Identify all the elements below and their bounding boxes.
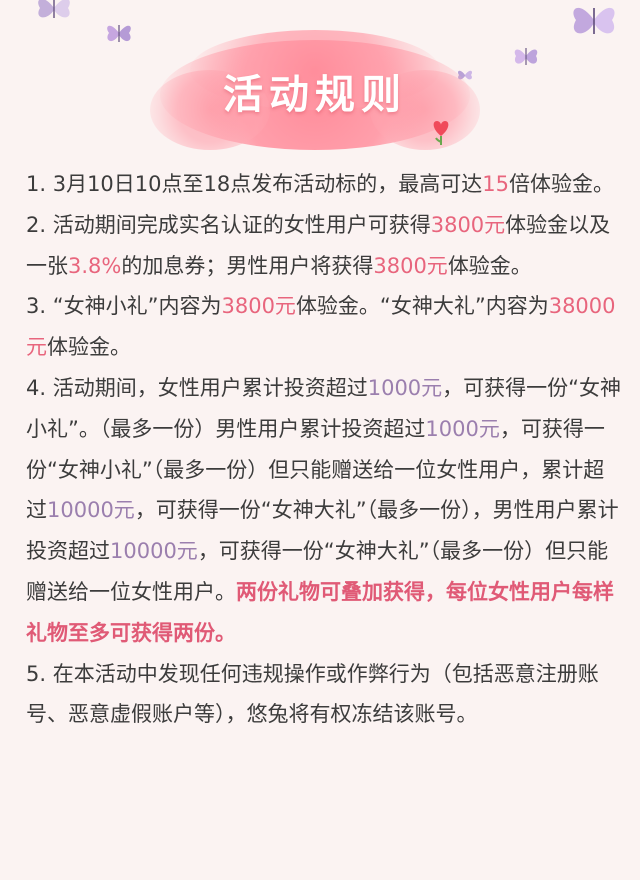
rule-text: 3. “女神小礼”内容为 — [26, 294, 222, 319]
rule-highlight: 10000元 — [47, 498, 135, 523]
rule-text: 体验金。 — [47, 335, 131, 360]
rule-highlight: 1000元 — [425, 416, 500, 441]
butterfly-icon — [38, 0, 70, 18]
rule-highlight: 10000元 — [110, 539, 198, 564]
rule-text: 倍体验金。 — [508, 172, 614, 196]
butterfly-icon — [107, 25, 131, 42]
rule-highlight: 3800元 — [373, 253, 448, 278]
rule-text: 2. 活动期间完成实名认证的女性用户可获得 — [26, 212, 431, 237]
rule-item-3: 3. “女神小礼”内容为3800元体验金。“女神大礼”内容为38000元体验金。 — [26, 286, 624, 368]
rule-text: 1. 3月10日10点至18点发布活动标的，最高可达 — [26, 172, 483, 196]
rules-list: 1. 3月10日10点至18点发布活动标的，最高可达15倍体验金。 2. 活动期间… — [26, 164, 624, 735]
butterfly-icon — [573, 7, 615, 34]
butterfly-icon — [514, 48, 538, 65]
rule-text: 的加息券；男性用户将获得 — [121, 253, 374, 278]
rule-item-5: 5. 在本活动中发现任何违规操作或作弊行为（包括恶意注册账号、恶意虚假账户等），… — [26, 654, 624, 736]
rule-highlight: 3.8% — [68, 253, 122, 278]
rule-text: 5. 在本活动中发现任何违规操作或作弊行为（包括恶意注册账号、恶意虚假账户等），… — [26, 661, 599, 727]
rule-text: 体验金。 — [447, 253, 532, 278]
rule-highlight: 1000元 — [367, 375, 443, 400]
heart-icon — [433, 121, 449, 145]
rule-text: 体验金。“女神大礼”内容为 — [295, 294, 549, 319]
rule-item-4: 4. 活动期间，女性用户累计投资超过1000元，可获得一份“女神小礼”。（最多一… — [26, 368, 624, 654]
page-title: 活动规则 — [223, 72, 407, 118]
rule-text: 4. 活动期间，女性用户累计投资超过 — [26, 375, 368, 400]
rule-highlight: 15 — [482, 172, 509, 196]
rule-highlight: 3800元 — [221, 294, 296, 319]
rule-highlight: 3800元 — [430, 212, 506, 237]
rule-item-1: 1. 3月10日10点至18点发布活动标的，最高可达15倍体验金。 — [26, 164, 624, 205]
rule-item-2: 2. 活动期间完成实名认证的女性用户可获得3800元体验金以及一张3.8%的加息… — [26, 205, 624, 287]
